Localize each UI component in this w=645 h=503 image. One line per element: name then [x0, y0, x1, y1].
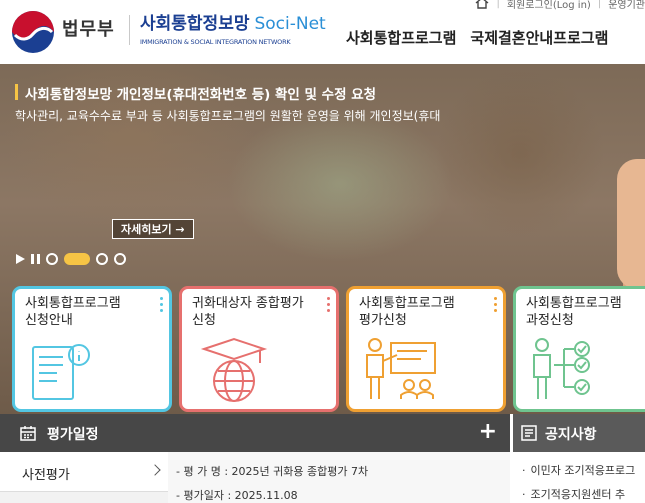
divider: | [597, 0, 602, 9]
card-title: 사회통합프로그램 과정신청 [526, 296, 622, 328]
plus-icon[interactable]: + [479, 418, 497, 446]
divider: | [496, 0, 500, 9]
schedule-tabs: 사전평가 [0, 452, 168, 503]
more-options-icon[interactable] [327, 297, 330, 315]
schedule-header: 평가일정 + [0, 414, 510, 452]
hero-description: 학사관리, 교육수수료 부과 등 사회통합프로그램의 원활한 운영을 위해 개인… [15, 109, 441, 123]
government-emblem-icon[interactable] [11, 10, 55, 54]
logo-divider [129, 15, 130, 45]
login-link[interactable]: 회원로그인(Log in) [507, 0, 591, 11]
nav-international-marriage[interactable]: 국제결혼안내프로그램 [470, 27, 608, 48]
card-title: 귀화대상자 종합평가 신청 [192, 296, 304, 328]
play-icon[interactable] [16, 254, 25, 264]
document-info-icon [32, 344, 90, 400]
tab-pre-evaluation[interactable]: 사전평가 [0, 452, 168, 492]
site-name-ko: 사회통합정보망 [140, 14, 250, 34]
notice-header: 공지사항 [513, 414, 645, 452]
ministry-name[interactable]: 법무부 [62, 15, 115, 41]
site-name-en: Soci-Net [254, 14, 326, 34]
notice-title: 공지사항 [545, 427, 597, 443]
utility-links: | 회원로그인(Log in) | 운영기관 [475, 0, 645, 11]
card-evaluation-apply[interactable]: 사회통합프로그램 평가신청 [346, 286, 506, 412]
graduation-globe-icon [200, 337, 268, 402]
slide-dot[interactable] [46, 253, 58, 265]
calendar-icon [20, 426, 36, 441]
notice-item[interactable]: 이민자 조기적응프로그 [522, 462, 636, 478]
slider-controls [16, 253, 126, 265]
nav-social-integration[interactable]: 사회통합프로그램 [346, 27, 456, 48]
schedule-content: - 평 가 명 : 2025년 귀화용 종합평가 7차 - 평가일자 : 202… [168, 452, 510, 503]
site-logo[interactable]: 사회통합정보망 Soci-Net [140, 9, 326, 34]
card-course-apply[interactable]: 사회통합프로그램 과정신청 [513, 286, 645, 412]
slide-dot[interactable] [96, 253, 108, 265]
more-options-icon[interactable] [160, 297, 163, 315]
title-accent-bar [15, 84, 18, 100]
pause-icon[interactable] [31, 254, 40, 264]
presentation-icon [366, 338, 436, 399]
slide-dot-active[interactable] [64, 253, 90, 265]
chevron-right-icon [149, 464, 161, 476]
site-subtitle: IMMIGRATION & SOCIAL INTEGRATION NETWORK [140, 38, 291, 46]
slide-dot[interactable] [114, 253, 126, 265]
hero-person-image [617, 159, 645, 289]
hero-title[interactable]: 사회통합정보망 개인정보(휴대전화번호 등) 확인 및 수정 요청 [25, 83, 376, 103]
card-program-guide[interactable]: 사회통합프로그램 신청안내 [12, 286, 172, 412]
main-nav: 사회통합프로그램 국제결혼안내프로그램 [346, 27, 608, 48]
process-flow-icon [533, 338, 590, 399]
card-naturalization-test[interactable]: 귀화대상자 종합평가 신청 [179, 286, 339, 412]
operator-link[interactable]: 운영기관 [608, 0, 645, 11]
card-title: 사회통합프로그램 평가신청 [359, 296, 455, 328]
notice-item[interactable]: 조기적응지원센터 추 [522, 486, 626, 502]
more-options-icon[interactable] [494, 297, 497, 315]
notice-list: 이민자 조기적응프로그 조기적응지원센터 추 [513, 452, 645, 503]
schedule-date: - 평가일자 : 2025.11.08 [176, 489, 298, 502]
tab-label: 사전평가 [22, 468, 70, 483]
notice-icon [521, 425, 537, 441]
card-title: 사회통합프로그램 신청안내 [25, 296, 121, 328]
schedule-title: 평가일정 [47, 427, 99, 443]
more-button[interactable]: 자세히보기 → [112, 219, 194, 239]
schedule-name[interactable]: - 평 가 명 : 2025년 귀화용 종합평가 7차 [176, 463, 368, 479]
home-icon[interactable] [475, 0, 489, 9]
